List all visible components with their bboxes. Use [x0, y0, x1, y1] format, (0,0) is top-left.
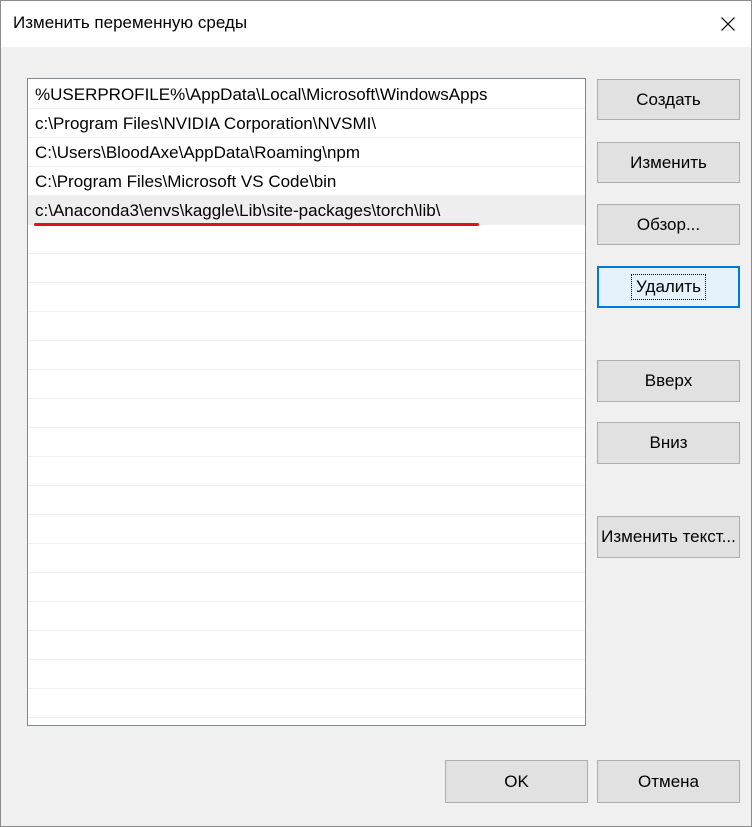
empty-row[interactable] [28, 573, 585, 602]
move-down-button-label: Вниз [649, 433, 688, 452]
move-down-button[interactable]: Вниз [597, 422, 740, 464]
list-item[interactable]: C:\Program Files\Microsoft VS Code\bin [28, 167, 585, 196]
empty-row[interactable] [28, 428, 585, 457]
move-up-button-label: Вверх [644, 371, 693, 390]
close-icon [721, 17, 735, 31]
empty-row[interactable] [28, 283, 585, 312]
list-item-label: c:\Anaconda3\envs\kaggle\Lib\site-packag… [35, 201, 441, 220]
list-item[interactable]: c:\Program Files\NVIDIA Corporation\NVSM… [28, 109, 585, 138]
close-button[interactable] [705, 1, 751, 47]
empty-row[interactable] [28, 341, 585, 370]
move-up-button[interactable]: Вверх [597, 360, 740, 402]
list-item-label: %USERPROFILE%\AppData\Local\Microsoft\Wi… [35, 85, 488, 104]
cancel-button[interactable]: Отмена [597, 760, 740, 803]
browse-button[interactable]: Обзор... [597, 204, 740, 245]
list-item[interactable]: C:\Users\BloodAxe\AppData\Roaming\npm [28, 138, 585, 167]
browse-button-label: Обзор... [636, 214, 701, 234]
cancel-button-label: Отмена [638, 771, 699, 791]
empty-row[interactable] [28, 312, 585, 341]
ok-button-label: OK [504, 771, 529, 791]
empty-row[interactable] [28, 689, 585, 718]
empty-row[interactable] [28, 515, 585, 544]
edit-button[interactable]: Изменить [597, 142, 740, 183]
edit-text-button[interactable]: Изменить текст... [597, 516, 740, 558]
empty-row[interactable] [28, 457, 585, 486]
list-item[interactable]: %USERPROFILE%\AppData\Local\Microsoft\Wi… [28, 80, 585, 109]
list-item-label: C:\Users\BloodAxe\AppData\Roaming\npm [35, 143, 361, 162]
empty-row[interactable] [28, 399, 585, 428]
empty-row[interactable] [28, 631, 585, 660]
edit-button-label: Изменить [630, 152, 707, 172]
list-item-selected[interactable]: c:\Anaconda3\envs\kaggle\Lib\site-packag… [28, 196, 585, 225]
empty-row[interactable] [28, 544, 585, 573]
delete-button-label: Удалить [631, 274, 706, 300]
delete-button[interactable]: Удалить [597, 266, 740, 308]
empty-row[interactable] [28, 225, 585, 254]
ok-button[interactable]: OK [445, 760, 588, 803]
empty-row[interactable] [28, 370, 585, 399]
list-item-label: C:\Program Files\Microsoft VS Code\bin [35, 172, 337, 191]
title-bar: Изменить переменную среды [1, 1, 751, 47]
empty-row[interactable] [28, 254, 585, 283]
edit-text-button-label: Изменить текст... [601, 527, 736, 546]
red-annotation-underline [34, 223, 479, 226]
create-button[interactable]: Создать [597, 79, 740, 120]
window-title: Изменить переменную среды [13, 13, 248, 32]
empty-row[interactable] [28, 660, 585, 689]
empty-row[interactable] [28, 486, 585, 515]
edit-env-variable-dialog: Изменить переменную среды %USERPROFILE%\… [0, 0, 752, 827]
path-list[interactable]: %USERPROFILE%\AppData\Local\Microsoft\Wi… [27, 78, 586, 726]
empty-row[interactable] [28, 602, 585, 631]
list-item-label: c:\Program Files\NVIDIA Corporation\NVSM… [35, 114, 377, 133]
create-button-label: Создать [636, 89, 701, 109]
